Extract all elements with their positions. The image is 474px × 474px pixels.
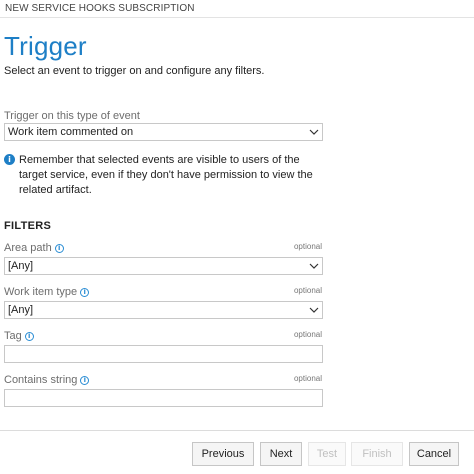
filters-heading: FILTERS — [4, 220, 52, 232]
contains-string-input[interactable] — [4, 389, 323, 407]
area-path-value: [Any] — [8, 260, 34, 272]
trigger-event-value: Work item commented on — [8, 126, 134, 138]
test-button[interactable]: Test — [308, 442, 346, 466]
work-item-type-label: Work item type i — [4, 286, 90, 298]
work-item-type-select[interactable]: [Any] — [4, 301, 323, 319]
page-title: Trigger — [4, 31, 87, 61]
work-item-type-optional: optional — [293, 286, 322, 295]
dialog-titlebar: NEW SERVICE HOOKS SUBSCRIPTION — [0, 0, 474, 18]
work-item-type-label-text: Work item type — [4, 286, 78, 298]
contains-string-info-icon[interactable]: i — [80, 376, 90, 385]
trigger-event-select[interactable]: Work item commented on — [4, 123, 323, 141]
tag-optional: optional — [293, 330, 322, 339]
info-icon: i — [4, 154, 15, 165]
chevron-down-icon — [309, 307, 319, 313]
area-path-info-icon[interactable]: i — [54, 244, 64, 253]
finish-button[interactable]: Finish — [351, 442, 403, 466]
dialog-footer: Previous Next Test Finish Cancel — [0, 430, 474, 474]
area-path-label: Area path i — [4, 242, 64, 254]
contains-string-label: Contains string i — [4, 374, 90, 386]
chevron-down-icon — [309, 263, 319, 269]
work-item-type-value: [Any] — [8, 304, 34, 316]
tag-input[interactable] — [4, 345, 323, 363]
tag-info-icon[interactable]: i — [24, 332, 34, 341]
area-path-label-text: Area path — [4, 242, 52, 254]
service-hooks-dialog: NEW SERVICE HOOKS SUBSCRIPTION Trigger S… — [0, 0, 474, 474]
previous-button[interactable]: Previous — [192, 442, 254, 466]
area-path-optional: optional — [293, 242, 322, 251]
contains-string-label-text: Contains string — [4, 374, 78, 386]
trigger-label-text: Trigger on this type of event — [4, 110, 140, 122]
contains-string-optional: optional — [293, 374, 322, 383]
area-path-select[interactable]: [Any] — [4, 257, 323, 275]
next-button[interactable]: Next — [260, 442, 302, 466]
work-item-type-info-icon[interactable]: i — [80, 288, 90, 297]
tag-label-text: Tag — [4, 330, 22, 342]
page-subtitle: Select an event to trigger on and config… — [4, 65, 265, 77]
tag-label: Tag i — [4, 330, 34, 342]
trigger-label: Trigger on this type of event — [4, 110, 140, 122]
chevron-down-icon — [309, 129, 319, 135]
cancel-button[interactable]: Cancel — [409, 442, 459, 466]
dialog-title: NEW SERVICE HOOKS SUBSCRIPTION — [5, 3, 195, 14]
notice-text: Remember that selected events are visibl… — [19, 154, 313, 196]
